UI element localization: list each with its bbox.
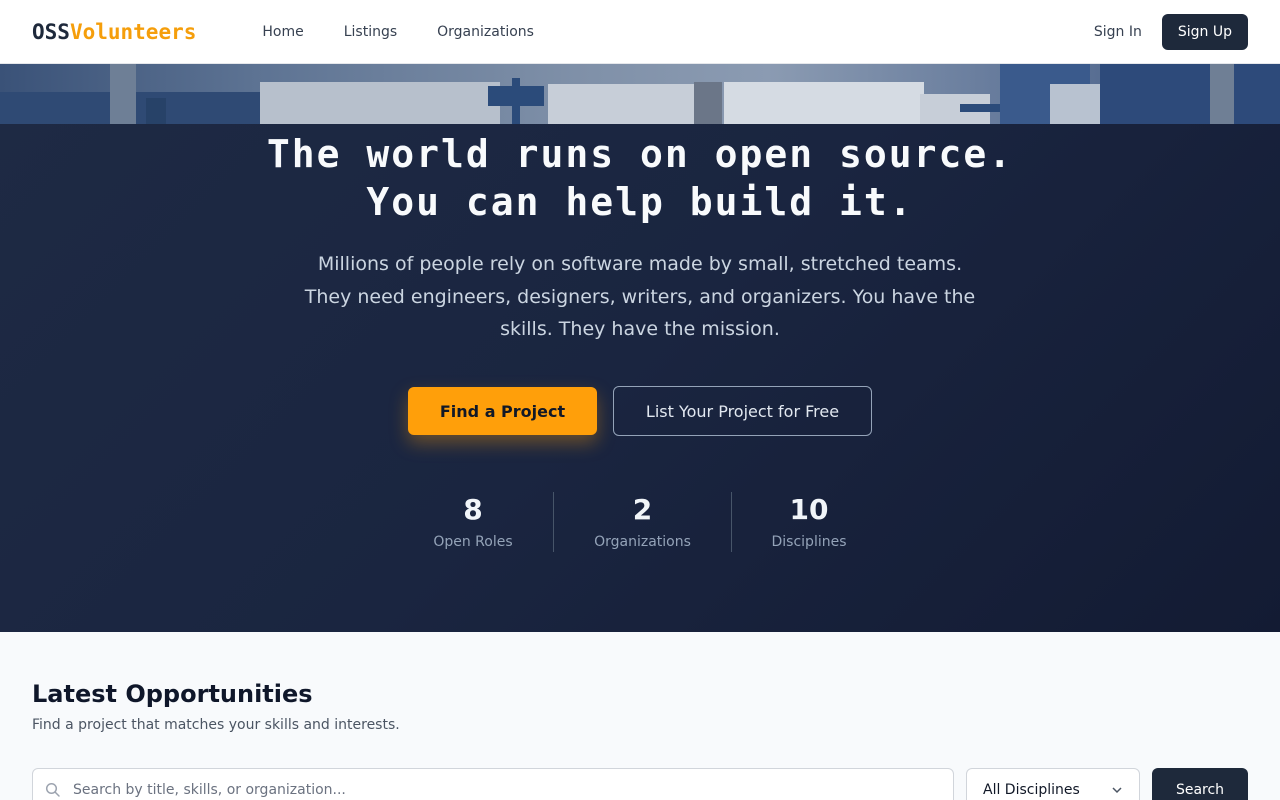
search-input[interactable] [73, 782, 933, 798]
hero-section: The world runs on open source. You can h… [0, 64, 1280, 632]
site-logo[interactable]: OSS Volunteers [32, 20, 196, 44]
nav-link-organizations[interactable]: Organizations [417, 0, 554, 64]
section-title: Latest Opportunities [32, 680, 313, 708]
stat-open-roles: 8 Open Roles [393, 492, 553, 552]
find-project-button[interactable]: Find a Project [408, 387, 597, 435]
sign-in-link[interactable]: Sign In [1094, 24, 1142, 40]
nav-links: Home Listings Organizations [242, 0, 554, 64]
logo-oss: OSS [32, 19, 70, 44]
hero-subtitle: Millions of people rely on software made… [304, 253, 976, 340]
discipline-select-value: All Disciplines [983, 782, 1080, 798]
hero-title-line-1: The world runs on open source. [266, 132, 1014, 176]
nav-auth: Sign In Sign Up [1094, 13, 1248, 50]
stat-organizations: 2 Organizations [553, 492, 731, 552]
top-nav: OSS Volunteers Home Listings Organizatio… [0, 0, 1280, 64]
stat-value: 8 [463, 493, 483, 526]
list-project-button[interactable]: List Your Project for Free [613, 386, 872, 436]
stat-label: Disciplines [771, 534, 847, 550]
search-button[interactable]: Search [1152, 768, 1248, 800]
hero-stats: 8 Open Roles 2 Organizations 10 Discipli… [393, 492, 886, 552]
search-field[interactable] [32, 768, 954, 800]
stat-label: Organizations [594, 534, 691, 550]
logo-volunteers: Volunteers [69, 19, 197, 44]
stat-value: 2 [632, 493, 653, 526]
nav-link-home[interactable]: Home [242, 0, 323, 64]
stat-disciplines: 10 Disciplines [731, 492, 886, 552]
discipline-select[interactable]: All Disciplines [966, 768, 1140, 800]
hero-title: The world runs on open source. You can h… [0, 130, 1280, 226]
hero-title-line-2: You can help build it. [366, 180, 914, 224]
nav-link-listings[interactable]: Listings [324, 0, 417, 64]
section-subtitle: Find a project that matches your skills … [32, 717, 400, 733]
stat-value: 10 [789, 493, 829, 526]
hero-pixel-banner [0, 64, 1280, 124]
search-icon [45, 782, 61, 798]
sign-up-button[interactable]: Sign Up [1161, 13, 1248, 50]
chevron-down-icon [1111, 784, 1123, 796]
stat-label: Open Roles [433, 534, 513, 550]
